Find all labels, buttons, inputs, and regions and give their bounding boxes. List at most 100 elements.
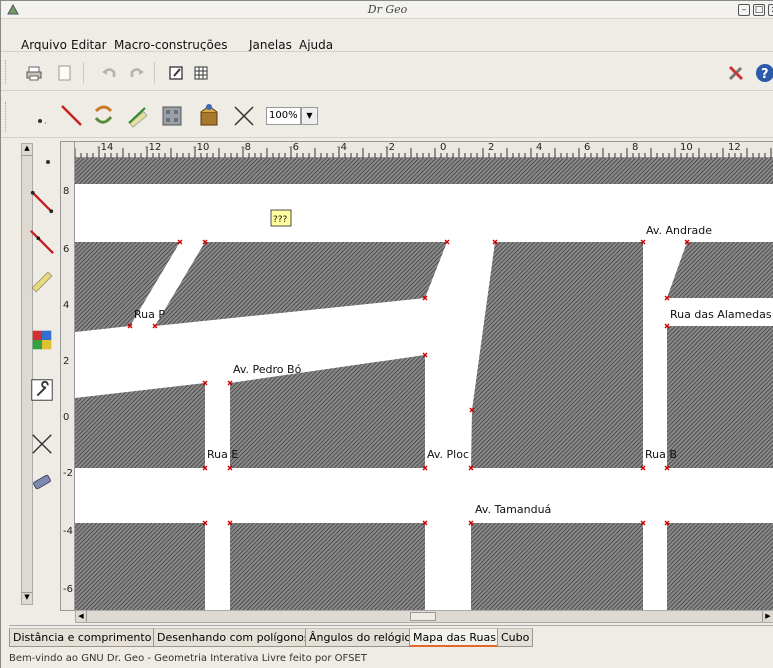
city-block[interactable] [667,326,773,468]
new-page-icon[interactable] [51,60,77,86]
menu-ajuda[interactable]: Ajuda [299,38,333,52]
street-label-av-pedro-bo[interactable]: Av. Pedro Bó [233,363,302,376]
city-block[interactable] [667,242,773,298]
ruler-label: -2 [385,142,395,153]
toolbar-separator [83,62,84,84]
ruler-label: 10 [680,142,693,153]
scroll-right-arrow[interactable]: ▶ [762,611,773,622]
tab-distancia-e-comprimento[interactable]: Distância e comprimento [9,628,156,647]
svg-text:·: · [44,119,47,128]
window-title: Dr Geo [367,3,408,16]
delete-icon[interactable] [231,103,257,129]
point-tool-icon[interactable] [35,149,61,175]
style-tool-icon[interactable] [29,327,55,353]
zoom-select[interactable]: 100% [266,107,301,125]
street-label-rua-p[interactable]: Rua P [134,308,165,321]
ruler-label: -6 [289,142,299,153]
city-block[interactable] [75,523,205,610]
script-icon[interactable] [196,103,222,129]
ruler-label: -4 [63,526,73,537]
city-block[interactable] [75,158,773,184]
ruler-label: -12 [145,142,162,153]
ruler-label: 0 [63,412,70,423]
ruler-label: 2 [63,356,70,367]
city-block[interactable] [471,523,643,610]
ruler-label: -2 [63,468,73,479]
ruler-label: -14 [97,142,114,153]
toolbar-separator [154,62,155,84]
ruler-label: 6 [63,244,70,255]
street-label-av-andrade[interactable]: Av. Andrade [646,224,712,237]
construct-toolbar: · [1,96,773,138]
move-tool-icon[interactable] [29,431,55,457]
document-tabs: Distância e comprimento Desenhando com p… [9,625,773,647]
main-toolbar: ? [1,51,773,91]
point-icon[interactable]: · [29,106,55,132]
canvas-horizontal-scrollbar[interactable]: ◀ ▶ [75,610,773,623]
line-icon[interactable] [59,103,85,129]
undo-icon[interactable] [96,60,122,86]
street-label-rua-b[interactable]: Rua B [645,448,677,461]
menu-janelas[interactable]: Janelas [249,38,292,52]
ruler-label: 4 [536,142,543,153]
ruler-tool-icon[interactable] [29,269,55,295]
ruler-label: -6 [63,584,73,595]
scroll-thumb[interactable] [410,612,436,621]
ruler-label: 12 [728,142,741,153]
close-button[interactable]: x [768,4,773,16]
tab-angulos-do-relogio[interactable]: Ângulos do relógio [305,628,416,647]
ruler-label: -10 [193,142,210,153]
city-block[interactable] [75,383,205,468]
tab-cubo[interactable]: Cubo [497,628,534,647]
horizontal-ruler: -14 -12 -10 -8 -6 -4 -2 0 2 4 6 8 10 12 [75,142,773,158]
eraser-tool-icon[interactable] [29,469,55,495]
ruler-label: 0 [440,142,447,153]
scroll-left-arrow[interactable]: ◀ [76,611,87,622]
city-block[interactable] [471,242,643,468]
grid-icon[interactable] [188,60,214,86]
chevron-down-icon[interactable]: ▼ [301,107,318,125]
unknown-label[interactable]: ??? [273,215,288,225]
segment-tool-icon[interactable] [29,189,55,215]
title-bar: Dr Geo – □ x [1,1,773,19]
city-block[interactable] [230,523,425,610]
tools-icon[interactable] [723,60,749,86]
toolbar-grip[interactable] [5,60,9,84]
ruler-label: 4 [63,300,70,311]
vertical-ruler: 8 6 4 2 0 -2 -4 -6 [61,142,75,610]
maximize-button[interactable]: □ [753,4,765,16]
properties-tool-icon[interactable] [29,377,55,403]
ruler-ticks [75,148,772,158]
street-map[interactable]: ??? Av. Andrade Rua P Rua das Alamedas A… [75,158,773,610]
numeric-icon[interactable] [125,103,151,129]
street-label-av-ploc[interactable]: Av. Ploc [427,448,469,461]
street-label-rua-das-alamedas[interactable]: Rua das Alamedas [670,308,772,321]
status-bar: Bem-vindo ao GNU Dr. Geo - Geometria Int… [9,653,367,664]
transformation-icon[interactable] [91,103,117,129]
street-label-av-tamandua[interactable]: Av. Tamanduá [475,503,551,516]
redo-icon[interactable] [124,60,150,86]
menu-editar[interactable]: Editar [71,38,107,52]
toolbar-grip[interactable] [5,102,9,132]
line-tool-icon[interactable] [29,229,55,255]
help-icon[interactable]: ? [752,60,773,86]
tab-desenhando-com-poligonos[interactable]: Desenhando com polígonos [153,628,314,647]
macro-icon[interactable] [159,103,185,129]
ruler-label: -8 [241,142,251,153]
edit-icon[interactable] [163,60,189,86]
minimize-button[interactable]: – [738,4,750,16]
svg-text:?: ? [761,67,769,82]
print-icon[interactable] [21,60,47,86]
menu-arquivo[interactable]: Arquivo [21,38,67,52]
city-block[interactable] [667,523,773,610]
app-window: Dr Geo – □ x Arquivo Editar Macro-constr… [0,0,773,668]
city-block[interactable] [155,242,447,326]
ruler-label: 8 [632,142,639,153]
menu-macro-construcoes[interactable]: Macro-construções [114,38,227,52]
left-toolbar [15,141,55,611]
ruler-label: 2 [488,142,495,153]
drawing-canvas[interactable]: ??? Av. Andrade Rua P Rua das Alamedas A… [75,158,773,610]
ruler-label: -4 [337,142,347,153]
tab-mapa-das-ruas[interactable]: Mapa das Ruas [409,628,500,647]
street-label-rua-e[interactable]: Rua E [207,448,238,461]
